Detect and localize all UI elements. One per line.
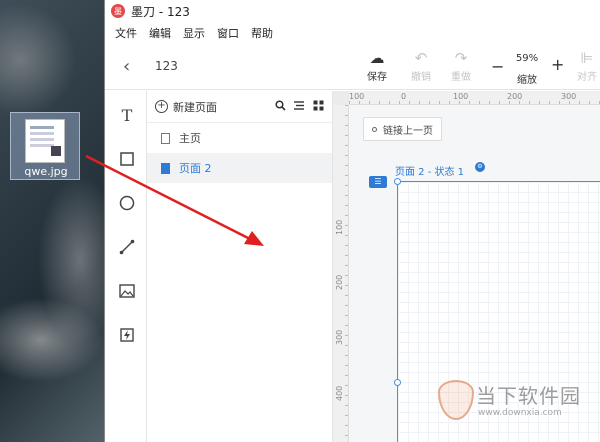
page-state-label[interactable]: 页面 2 - 状态 1 bbox=[395, 163, 464, 178]
undo-label: 撤销 bbox=[411, 72, 431, 83]
menu-help[interactable]: 帮助 bbox=[251, 25, 273, 41]
desktop-file-label: qwe.jpg bbox=[24, 165, 68, 178]
document-name: 123 bbox=[155, 59, 178, 73]
list-view-icon[interactable] bbox=[293, 100, 305, 114]
title-bar: 墨 墨刀 - 123 bbox=[105, 0, 600, 22]
link-previous-page-label: 链接上一页 bbox=[383, 125, 433, 137]
ruler-corner bbox=[333, 91, 349, 105]
pages-panel-header: + 新建页面 bbox=[147, 91, 332, 123]
file-icon bbox=[161, 162, 170, 174]
redo-label: 重做 bbox=[451, 72, 471, 83]
ruler-tick: 200 bbox=[507, 92, 523, 101]
ruler-tick: 0 bbox=[401, 92, 407, 101]
vertical-ruler: 100 200 300 400 bbox=[333, 105, 349, 442]
zoom-in-button[interactable]: + bbox=[551, 55, 564, 74]
ruler-tick: 300 bbox=[561, 92, 577, 101]
shape-toolstrip: T bbox=[105, 91, 147, 442]
ruler-tick: 300 bbox=[335, 329, 344, 345]
flash-component-icon[interactable] bbox=[117, 325, 137, 345]
zoom-value: 59% bbox=[515, 53, 539, 64]
rectangle-tool-icon[interactable] bbox=[117, 149, 137, 169]
line-tool-icon[interactable] bbox=[117, 237, 137, 257]
toolbar: ‹ 123 ☁ 保存 ↶ 撤销 ↷ 重做 − 59% 缩放 + ⊫ 对齐 bbox=[105, 44, 600, 90]
ruler-tick: 400 bbox=[335, 385, 344, 401]
plus-circle-icon[interactable]: + bbox=[155, 100, 168, 113]
menu-window[interactable]: 窗口 bbox=[217, 25, 239, 41]
save-button[interactable]: ☁ 保存 bbox=[361, 48, 393, 83]
settings-gear-icon[interactable]: ⚙ bbox=[475, 162, 485, 172]
align-left-icon: ⊫ bbox=[580, 49, 594, 67]
link-previous-page-button[interactable]: 链接上一页 bbox=[363, 117, 442, 141]
menu-bar: 文件 编辑 显示 窗口 帮助 bbox=[105, 22, 600, 44]
circle-tool-icon[interactable] bbox=[117, 193, 137, 213]
align-label: 对齐 bbox=[577, 72, 597, 83]
grid-view-icon[interactable] bbox=[313, 100, 324, 114]
image-thumbnail bbox=[25, 119, 65, 163]
page-item-home[interactable]: 主页 bbox=[147, 123, 332, 153]
watermark-text: 当下软件园 bbox=[476, 384, 581, 408]
ruler-tick: 100 bbox=[349, 92, 365, 101]
window-title: 墨刀 - 123 bbox=[131, 4, 190, 19]
resize-handle[interactable] bbox=[394, 379, 401, 386]
horizontal-ruler: 100 0 100 200 300 bbox=[349, 91, 600, 105]
pages-panel: + 新建页面 主页 页面 2 bbox=[147, 91, 333, 442]
watermark-url: www.downxia.com bbox=[478, 408, 562, 418]
new-page-button[interactable]: 新建页面 bbox=[173, 99, 217, 115]
resize-handle[interactable] bbox=[394, 178, 401, 185]
state-list-icon[interactable]: ☰ bbox=[369, 176, 387, 188]
menu-edit[interactable]: 编辑 bbox=[149, 25, 171, 41]
cloud-upload-icon: ☁ bbox=[369, 49, 385, 67]
zoom-label: 缩放 bbox=[517, 75, 537, 86]
page-item-page-2[interactable]: 页面 2 bbox=[147, 153, 332, 183]
redo-button[interactable]: ↷ 重做 bbox=[445, 48, 477, 83]
page-item-label: 主页 bbox=[179, 132, 201, 145]
search-icon[interactable] bbox=[275, 100, 286, 114]
zoom-out-button[interactable]: − bbox=[491, 57, 504, 76]
desktop-file-icon[interactable]: qwe.jpg bbox=[10, 112, 80, 180]
ruler-tick: 100 bbox=[453, 92, 469, 101]
align-button[interactable]: ⊫ 对齐 bbox=[571, 48, 600, 83]
shield-logo-icon bbox=[438, 380, 474, 420]
link-icon bbox=[372, 126, 377, 132]
back-chevron-icon[interactable]: ‹ bbox=[123, 56, 130, 77]
redo-icon: ↷ bbox=[454, 49, 468, 67]
menu-file[interactable]: 文件 bbox=[115, 25, 137, 41]
save-label: 保存 bbox=[367, 72, 387, 83]
file-icon bbox=[161, 132, 170, 144]
text-tool-icon[interactable]: T bbox=[117, 105, 137, 125]
undo-button[interactable]: ↶ 撤销 bbox=[405, 48, 437, 83]
app-logo-icon: 墨 bbox=[111, 4, 125, 18]
undo-icon: ↶ bbox=[414, 49, 428, 67]
menu-view[interactable]: 显示 bbox=[183, 25, 205, 41]
ruler-tick: 200 bbox=[335, 274, 344, 290]
ruler-tick: 100 bbox=[335, 219, 344, 235]
site-watermark: 当下软件园 www.downxia.com bbox=[434, 376, 600, 442]
image-tool-icon[interactable] bbox=[117, 281, 137, 301]
page-item-label: 页面 2 bbox=[179, 162, 212, 175]
